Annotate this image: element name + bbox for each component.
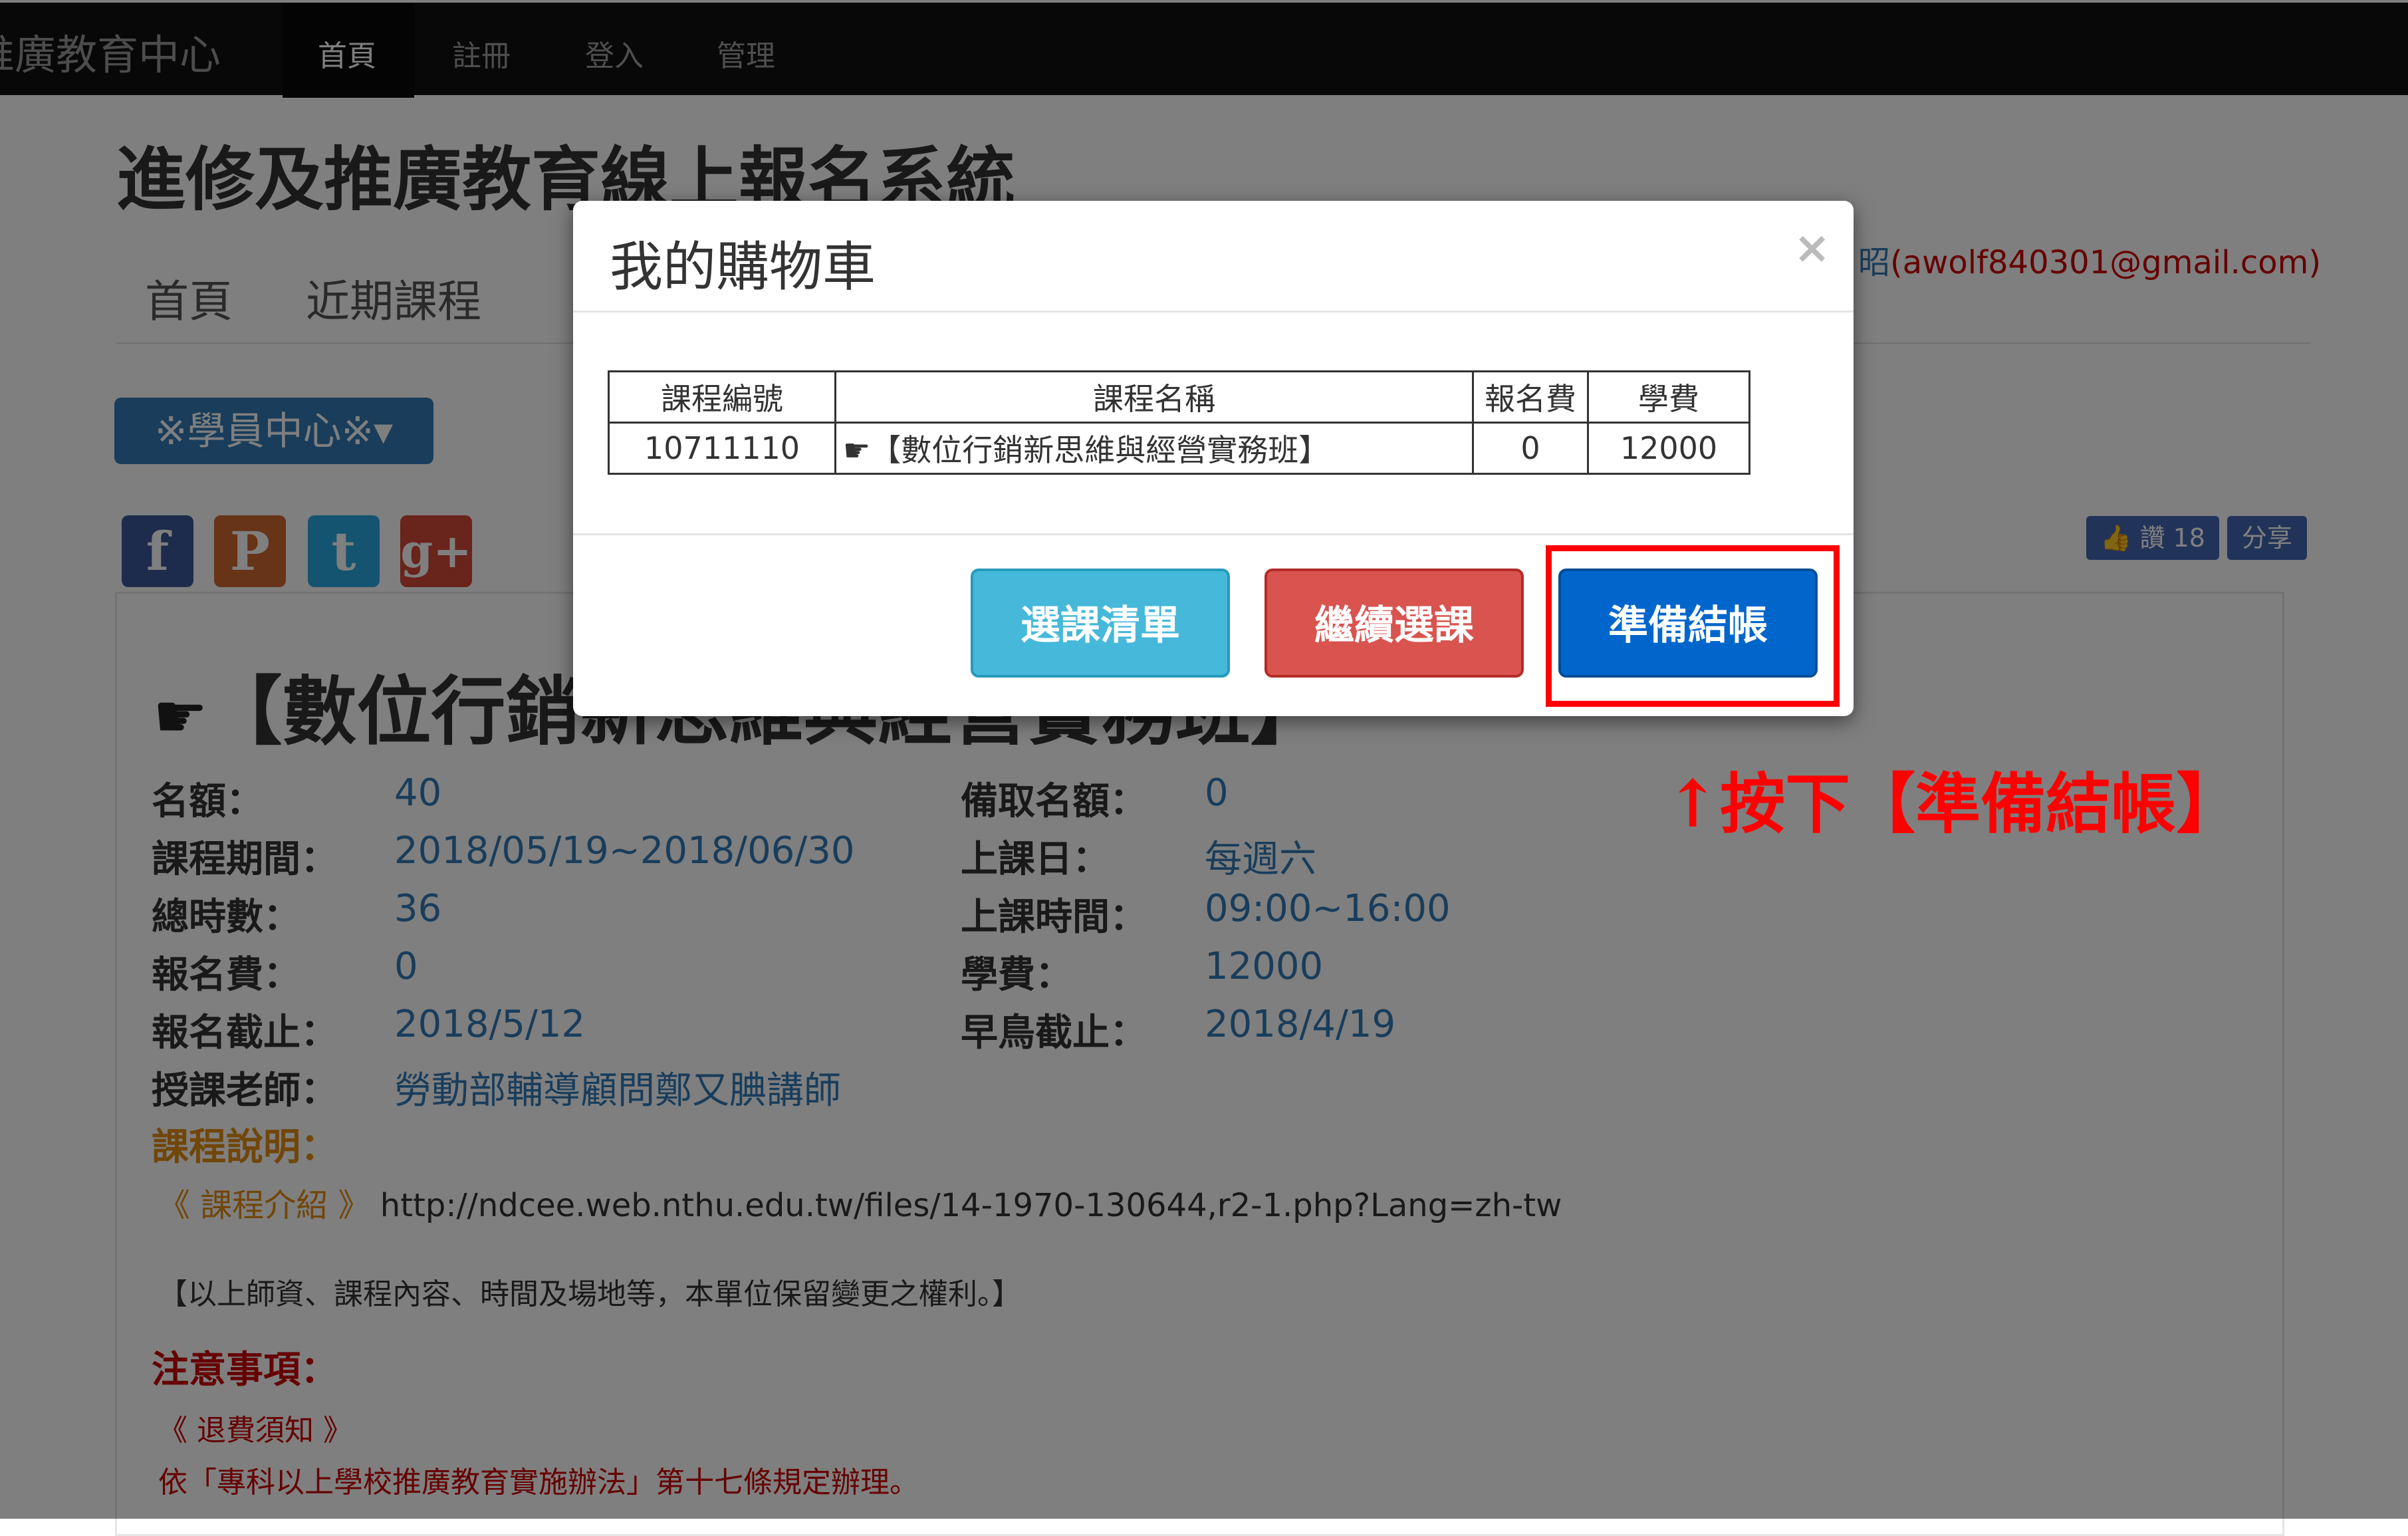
table-header-row: 課程編號 課程名稱 報名費 學費 [608,370,1750,424]
cell-registration-fee: 0 [1472,422,1589,475]
column-header-registration-fee: 報名費 [1472,370,1589,424]
pointing-hand-icon: ☛ [843,432,871,468]
cell-course-name-text: 【數位行銷新思維與經營實務班】 [870,432,1330,468]
column-header-course-name: 課程名稱 [834,370,1474,424]
course-list-button[interactable]: 選課清單 [971,569,1230,678]
instruction-annotation: ↑按下【準備結帳】 [1665,766,2242,842]
cart-table: 課程編號 課程名稱 報名費 學費 10711110 ☛【數位行銷新思維與經營實務… [608,370,1750,475]
close-icon[interactable]: × [1794,222,1830,273]
table-row: 10711110 ☛【數位行銷新思維與經營實務班】 0 12000 [608,422,1750,475]
column-header-tuition: 學費 [1587,370,1750,424]
cell-course-name[interactable]: ☛【數位行銷新思維與經營實務班】 [834,422,1474,475]
modal-title: 我的購物車 [610,236,876,298]
continue-shopping-button[interactable]: 繼續選課 [1264,569,1524,678]
cell-tuition: 12000 [1587,422,1750,475]
checkout-highlight-box [1546,545,1840,707]
modal-header: 我的購物車 × [573,201,1854,313]
cell-course-id: 10711110 [608,422,836,475]
column-header-course-id: 課程編號 [608,370,836,424]
